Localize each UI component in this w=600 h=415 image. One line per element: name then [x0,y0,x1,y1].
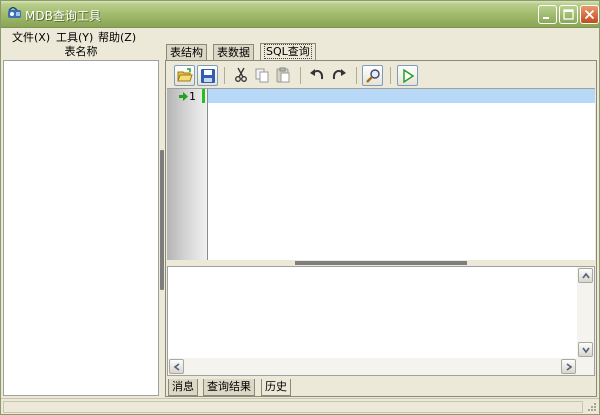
save-icon [201,69,215,83]
table-list-header[interactable]: 表名称 [3,44,159,60]
scroll-right-button[interactable] [561,359,576,374]
vertical-scrollbar[interactable] [577,267,594,359]
output-area[interactable] [167,266,595,376]
redo-button[interactable] [329,65,350,86]
menu-tools[interactable]: 工具(Y) [56,29,93,45]
maximize-button[interactable] [559,5,578,24]
toolbar-separator [224,67,225,84]
find-button[interactable] [362,65,383,86]
tab-query-results-label: 查询结果 [207,380,251,393]
maximize-icon [563,9,574,20]
tab-history[interactable]: 历史 [261,379,291,396]
toolbar-separator [300,67,301,84]
chevron-down-icon [582,347,590,354]
paste-icon [276,67,290,83]
status-bar [1,398,599,414]
tab-structure[interactable]: 表结构 [166,44,207,61]
paste-button[interactable] [273,65,294,86]
menu-help[interactable]: 帮助(Z) [98,29,136,45]
line-gutter [167,89,207,261]
horizontal-scrollbar[interactable] [168,358,594,375]
line-number: 1 [189,90,196,103]
tab-history-label: 历史 [265,380,287,393]
gutter-border [207,89,208,261]
table-list[interactable] [3,60,159,396]
tab-messages[interactable]: 消息 [168,379,198,396]
app-icon [8,7,21,18]
tab-structure-label: 表结构 [170,46,203,59]
resize-grip-icon[interactable] [586,401,597,412]
scroll-down-button[interactable] [578,342,593,357]
run-button[interactable] [397,65,418,86]
current-line-highlight [208,89,595,103]
minimize-icon [543,17,549,19]
chevron-right-icon [566,363,573,371]
open-folder-icon [177,68,193,82]
tab-data[interactable]: 表数据 [213,44,254,61]
window-title: MDB查询工具 [25,9,101,23]
sql-editor[interactable]: 1 [167,88,595,261]
undo-icon [310,69,324,80]
tab-query-results[interactable]: 查询结果 [203,379,255,396]
tab-sql-query-label: SQL查询 [264,44,312,59]
main-window: MDB查询工具 文件(X) 工具(Y) 帮助(Z) 表名称 表结构 表数据 SQ… [0,0,600,415]
undo-button[interactable] [307,65,328,86]
chevron-up-icon [582,272,590,279]
current-line-arrow-icon [179,92,188,101]
scroll-up-button[interactable] [578,268,593,283]
run-icon [403,68,415,84]
close-button[interactable] [580,5,599,24]
open-button[interactable] [174,65,195,86]
redo-icon [332,69,346,80]
close-icon [584,9,595,20]
menu-file[interactable]: 文件(X) [12,29,50,45]
copy-icon [255,68,269,83]
sql-query-panel: 1 消息 查询结果 历史 [165,60,597,397]
cut-button[interactable] [231,65,252,86]
horizontal-splitter-grip[interactable] [295,261,467,265]
save-button[interactable] [197,65,218,86]
toolbar-separator [356,67,357,84]
table-list-panel: 表名称 [3,44,159,397]
status-pane [3,401,583,413]
splitter-grip[interactable] [160,150,164,290]
copy-button[interactable] [252,65,273,86]
tab-messages-label: 消息 [172,380,194,393]
scroll-left-button[interactable] [169,359,184,374]
minimize-button[interactable] [538,5,557,24]
title-bar[interactable]: MDB查询工具 [1,1,599,28]
toolbar-separator [390,67,391,84]
tab-sql-query[interactable]: SQL查询 [260,43,316,61]
menu-bar: 文件(X) 工具(Y) 帮助(Z) [1,28,599,44]
chevron-left-icon [173,363,180,371]
tab-data-label: 表数据 [217,46,250,59]
line-modified-marker [202,89,205,103]
search-icon [366,69,380,83]
cut-icon [235,67,247,82]
